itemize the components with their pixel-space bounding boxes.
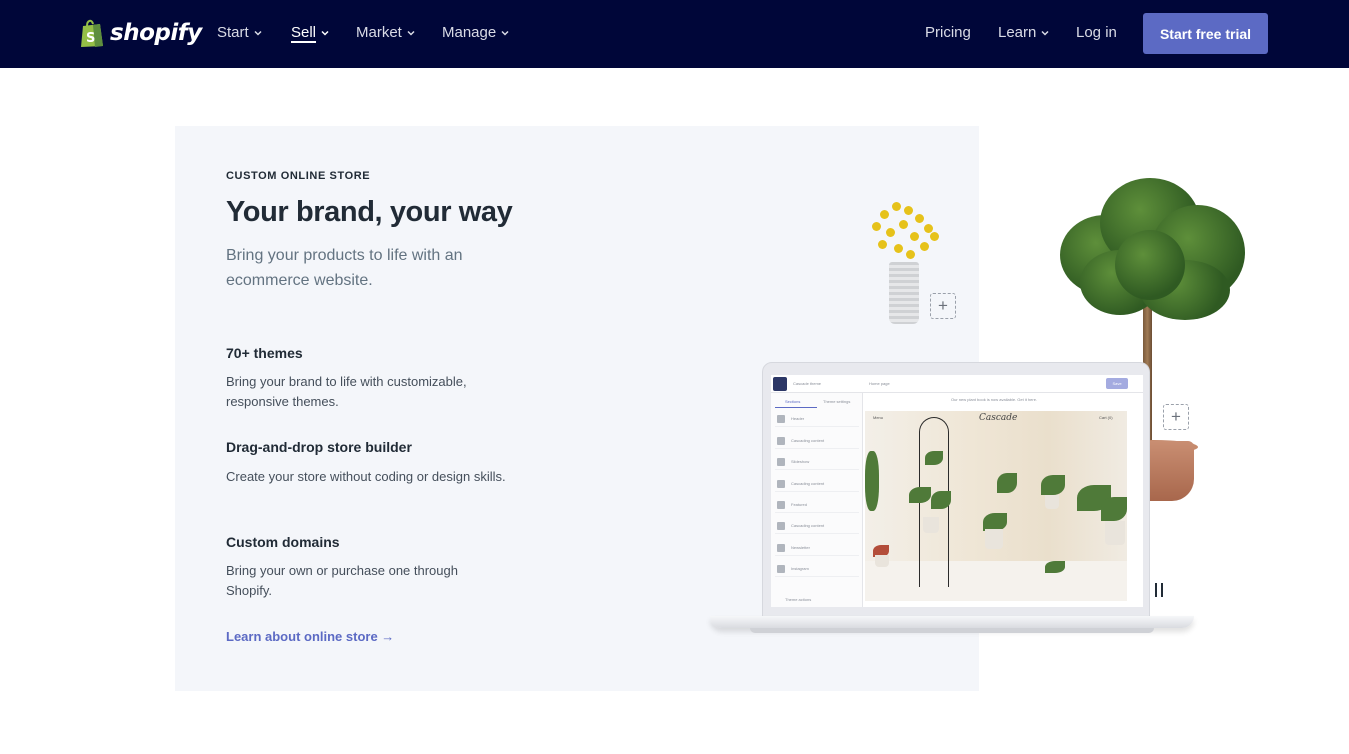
nav-item-pricing[interactable]: Pricing <box>925 24 971 41</box>
save-button[interactable]: Save <box>1106 378 1128 389</box>
sidebar-section-row[interactable]: Featured <box>775 497 859 513</box>
nav-item-label: Manage <box>442 24 497 41</box>
sidebar-section-row[interactable]: Newsletter <box>775 540 859 556</box>
tab-theme-settings[interactable]: Theme settings <box>823 399 850 404</box>
hero-subheadline: Bring your products to life with an ecom… <box>226 247 463 289</box>
nav-item-label: Learn <box>998 24 1037 41</box>
chevron-down-icon <box>321 30 329 36</box>
sidebar-section-row[interactable]: Cascading content <box>775 433 859 449</box>
nav-item-learn[interactable]: Learn <box>998 24 1049 41</box>
chevron-down-icon <box>254 30 262 36</box>
store-brand: Cascade <box>979 413 1018 423</box>
feature-title: 70+ themes <box>226 345 303 361</box>
page-select[interactable]: Home page <box>869 381 890 386</box>
feature-title: Custom domains <box>226 534 340 550</box>
sidebar-section-row[interactable]: Slideshow <box>775 454 859 470</box>
nav-item-login[interactable]: Log in <box>1076 24 1117 41</box>
store-cart: Cart (0) <box>1099 415 1113 420</box>
plus-icon[interactable]: + <box>930 293 956 319</box>
shopify-logo[interactable]: S shopify <box>80 17 202 49</box>
nav-item-start[interactable]: Start <box>217 24 262 41</box>
laptop-editor-mockup: Cascade theme Home page Save Sections Th… <box>710 362 1194 638</box>
editor-topbar: Cascade theme Home page Save <box>771 375 1143 393</box>
svg-text:S: S <box>86 31 95 46</box>
nav-item-label: Log in <box>1076 24 1117 41</box>
sidebar-section-row[interactable]: Header <box>775 411 859 427</box>
nav-item-market[interactable]: Market <box>356 24 415 41</box>
chevron-down-icon <box>407 30 415 36</box>
shopify-bag-icon <box>773 377 787 391</box>
editor-sidebar: Sections Theme settings Header Cascading… <box>771 393 863 607</box>
feature-description: Bring your own or purchase one through S… <box>226 563 458 598</box>
store-menu: Menu <box>873 415 884 420</box>
nav-item-label: Start <box>217 24 249 41</box>
feature-title: Drag-and-drop store builder <box>226 439 412 455</box>
nav-item-manage[interactable]: Manage <box>442 24 509 41</box>
store-preview-photo: Menu Cascade Cart (0) <box>865 411 1127 601</box>
feature-description: Bring your brand to life with customizab… <box>226 374 467 409</box>
theme-editor-screen: Cascade theme Home page Save Sections Th… <box>771 375 1143 607</box>
chevron-down-icon <box>1041 30 1049 36</box>
pause-icon[interactable] <box>1154 581 1166 598</box>
start-free-trial-button[interactable]: Start free trial <box>1143 13 1268 54</box>
learn-about-online-store-link[interactable]: Learn about online store → <box>226 629 394 644</box>
shopify-bag-icon: S <box>81 19 103 47</box>
nav-item-label: Pricing <box>925 24 971 41</box>
sidebar-section-row[interactable]: Cascading content <box>775 476 859 492</box>
nav-item-label: Sell <box>291 24 317 41</box>
nav-item-sell[interactable]: Sell <box>291 24 329 41</box>
theme-actions[interactable]: Theme actions <box>785 597 811 602</box>
chevron-down-icon <box>501 30 509 36</box>
sidebar-section-row[interactable]: Instagram <box>775 561 859 577</box>
sidebar-section-row[interactable]: Cascading content <box>775 518 859 534</box>
tab-sections[interactable]: Sections <box>785 399 800 404</box>
eyebrow-label: CUSTOM ONLINE STORE <box>226 170 371 182</box>
hero-headline: Your brand, your way <box>226 196 513 228</box>
feature-description: Create your store without coding or desi… <box>226 469 506 484</box>
top-navigation: S shopify Start Sell Market Manage Prici… <box>0 0 1349 68</box>
nav-item-label: Market <box>356 24 402 41</box>
theme-name: Cascade theme <box>793 381 822 386</box>
logo-text: shopify <box>110 20 202 46</box>
announcement-banner: Our new plant book is now available. Get… <box>951 397 1038 402</box>
